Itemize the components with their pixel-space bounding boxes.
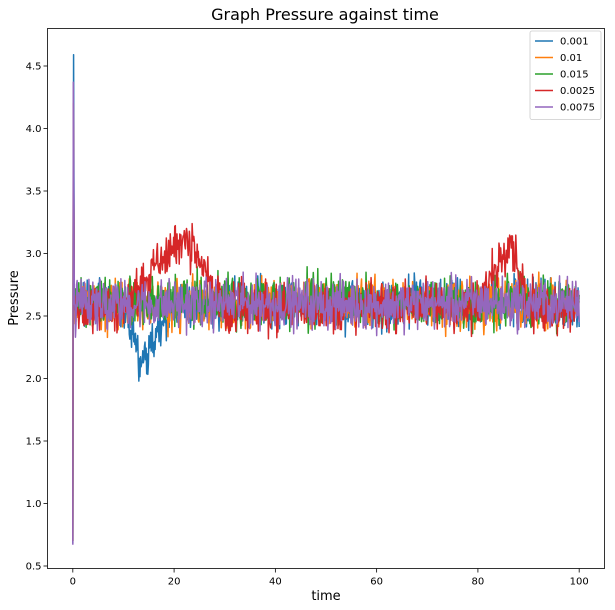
legend-label: 0.015: [560, 70, 589, 81]
y-tick-label: 1.5: [26, 437, 42, 448]
y-tick-label: 2.0: [26, 374, 42, 385]
x-tick-label: 0: [70, 577, 76, 588]
x-axis-label: time: [311, 589, 340, 604]
plot-area: [47, 28, 605, 569]
y-tick-label: 3.0: [26, 249, 42, 260]
pressure-time-chart: Graph Pressure against time 0 20 40 60 80 100…: [0, 0, 615, 610]
y-tick-label: 1.0: [26, 499, 42, 510]
chart-title: Graph Pressure against time: [211, 5, 439, 24]
legend-label: 0.0025: [560, 86, 595, 97]
y-tick-label: 3.5: [26, 187, 42, 198]
legend: 0.001 0.01 0.015 0.0025 0.0075: [529, 30, 602, 120]
x-tick-label: 80: [472, 577, 485, 588]
y-tick-label: 4.0: [26, 124, 42, 135]
legend-label: 0.0075: [560, 103, 595, 114]
x-tick-label: 100: [570, 577, 589, 588]
y-tick-label: 2.5: [26, 312, 42, 323]
x-tick-label: 60: [370, 577, 383, 588]
x-tick-label: 20: [168, 577, 181, 588]
legend-label: 0.01: [560, 53, 582, 64]
x-tick-label: 40: [269, 577, 282, 588]
y-axis-label: Pressure: [7, 270, 22, 326]
legend-label: 0.001: [560, 37, 589, 48]
y-tick-label: 0.5: [26, 562, 42, 573]
y-tick-label: 4.5: [26, 62, 42, 73]
